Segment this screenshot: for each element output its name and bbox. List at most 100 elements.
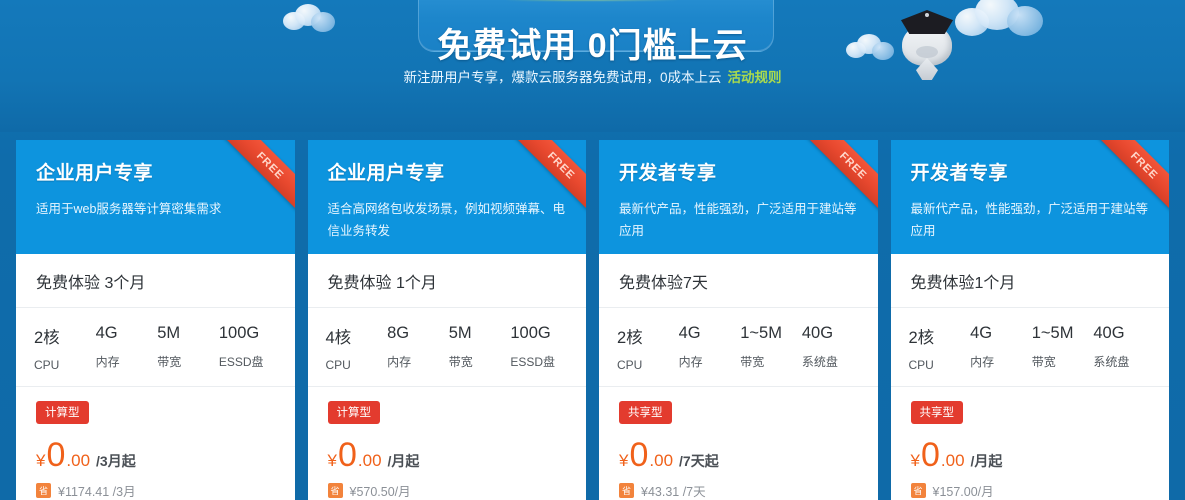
trial-duration: 免费体验7天: [599, 254, 878, 308]
spec-label: ESSD盘: [510, 355, 556, 369]
currency-symbol: ¥: [327, 451, 337, 470]
spec-item: 2核 CPU: [617, 324, 679, 372]
activity-rules-link[interactable]: 活动规则: [728, 70, 782, 85]
card-description: 最新代产品，性能强劲，广泛适用于建站等应用: [619, 202, 857, 238]
spec-item: 40G 系统盘: [802, 324, 864, 372]
original-price: ¥1174.41 /3月: [58, 485, 136, 499]
card-footer: 计算型 ¥ 0 .00 /月起 省 ¥570.50/月: [308, 387, 587, 500]
card-footer: 共享型 ¥ 0 .00 /月起 省 ¥157.00/月: [891, 387, 1170, 500]
original-price-row: 省 ¥1174.41 /3月: [36, 481, 275, 500]
original-price: ¥570.50/月: [349, 485, 411, 499]
spec-label: 带宽: [448, 355, 473, 369]
spec-label: 内存: [95, 355, 120, 369]
spec-label: 内存: [970, 355, 995, 369]
spec-value: 1~5M: [1031, 324, 1074, 342]
card-header: FREE 企业用户专享 适合高网络包收发场景，例如视频弹幕、电信业务转发: [307, 140, 586, 255]
spec-item: 1~5M 带宽: [740, 324, 802, 372]
price-decimal: .00: [66, 451, 91, 470]
save-badge-icon: 省: [910, 483, 926, 498]
instance-type-badge: 共享型: [910, 401, 963, 424]
save-badge-icon: 省: [327, 483, 343, 498]
spec-list: 2核 CPU 4G 内存 1~5M 带宽 40G 系统盘: [599, 308, 878, 387]
instance-type-badge: 计算型: [36, 401, 89, 424]
price-row: ¥ 0 .00 /月起: [911, 438, 1150, 472]
hero-banner: 免费试用 0门槛上云 新注册用户专享，爆款云服务器免费试用，0成本上云 活动规则: [0, 0, 1185, 132]
spec-label: 内存: [387, 355, 412, 369]
card-title: 企业用户专享: [327, 163, 445, 184]
product-card[interactable]: FREE 开发者专享 最新代产品，性能强劲，广泛适用于建站等应用 免费体验1个月…: [890, 140, 1170, 500]
spec-value: 2核: [617, 329, 643, 347]
spec-value: 100G: [510, 324, 551, 342]
spec-item: 4G 内存: [679, 324, 741, 372]
currency-symbol: ¥: [619, 451, 629, 470]
spec-item: 1~5M 带宽: [1032, 324, 1094, 372]
card-footer: 计算型 ¥ 0 .00 /3月起 省 ¥1174.41 /3月: [16, 387, 295, 500]
spec-list: 2核 CPU 4G 内存 1~5M 带宽 40G 系统盘: [890, 308, 1169, 387]
card-title: 开发者专享: [619, 163, 717, 184]
spec-label: 带宽: [157, 355, 182, 369]
price-row: ¥ 0 .00 /月起: [328, 438, 567, 472]
spec-item: 100G ESSD盘: [219, 324, 281, 372]
spec-value: 4G: [678, 324, 701, 342]
price-row: ¥ 0 .00 /3月起: [36, 438, 275, 472]
price-decimal: .00: [940, 451, 965, 470]
spec-value: 8G: [387, 324, 410, 342]
spec-label: 系统盘: [801, 355, 838, 369]
spec-value: 4核: [325, 329, 352, 347]
spec-item: 8G 内存: [387, 324, 449, 372]
card-header: FREE 开发者专享 最新代产品，性能强劲，广泛适用于建站等应用: [599, 140, 878, 255]
spec-value: 4G: [970, 324, 993, 342]
spec-label: CPU: [34, 358, 60, 372]
spec-list: 2核 CPU 4G 内存 5M 带宽 100G ESSD盘: [16, 308, 295, 387]
spec-value: 100G: [218, 324, 260, 342]
spec-label: 系统盘: [1093, 355, 1130, 369]
save-badge-icon: 省: [36, 483, 51, 498]
spec-item: 4G 内存: [970, 324, 1032, 372]
trial-duration: 免费体验 3个月: [16, 254, 295, 308]
spec-label: CPU: [617, 358, 643, 372]
product-card-list: FREE 企业用户专享 适用于web服务器等计算密集需求 免费体验 3个月 2核…: [0, 140, 1185, 500]
original-price-row: 省 ¥43.31 /7天: [619, 481, 858, 500]
price-integer: 0: [920, 436, 940, 474]
spec-value: 5M: [448, 324, 472, 342]
spec-item: 5M 带宽: [449, 324, 511, 372]
product-card[interactable]: FREE 企业用户专享 适合高网络包收发场景，例如视频弹幕、电信业务转发 免费体…: [307, 140, 587, 500]
price-unit: /3月起: [96, 453, 136, 469]
spec-label: 内存: [678, 355, 703, 369]
spec-item: 40G 系统盘: [1093, 324, 1155, 372]
save-badge-icon: 省: [619, 483, 634, 498]
instance-type-badge: 共享型: [619, 401, 672, 424]
spec-value: 40G: [1093, 324, 1125, 342]
spec-label: 带宽: [1031, 355, 1056, 369]
spec-value: 40G: [801, 324, 834, 342]
spec-label: ESSD盘: [218, 355, 264, 369]
spec-item: 2核 CPU: [909, 324, 971, 372]
price-unit: /月起: [387, 453, 420, 469]
price-integer: 0: [46, 436, 66, 474]
price-unit: /7天起: [679, 453, 719, 469]
instance-type-badge: 计算型: [327, 401, 380, 424]
product-card[interactable]: FREE 开发者专享 最新代产品，性能强劲，广泛适用于建站等应用 免费体验7天 …: [599, 140, 878, 500]
spec-value: 1~5M: [740, 324, 782, 342]
spec-label: 带宽: [740, 355, 765, 369]
card-title: 企业用户专享: [36, 163, 154, 184]
card-footer: 共享型 ¥ 0 .00 /7天起 省 ¥43.31 /7天: [599, 387, 878, 500]
currency-symbol: ¥: [36, 451, 46, 470]
spec-item: 5M 带宽: [157, 324, 219, 372]
card-description: 最新代产品，性能强劲，广泛适用于建站等应用: [910, 202, 1149, 238]
spec-list: 4核 CPU 8G 内存 5M 带宽 100G ESSD盘: [307, 308, 586, 387]
price-row: ¥ 0 .00 /7天起: [619, 438, 858, 472]
trial-duration: 免费体验 1个月: [307, 254, 586, 308]
spec-label: CPU: [325, 358, 351, 372]
original-price-row: 省 ¥157.00/月: [910, 481, 1150, 500]
price-decimal: .00: [649, 451, 674, 470]
card-description: 适合高网络包收发场景，例如视频弹幕、电信业务转发: [327, 202, 566, 238]
card-title: 开发者专享: [910, 163, 1009, 184]
spec-item: 2核 CPU: [34, 324, 96, 372]
card-description: 适用于web服务器等计算密集需求: [36, 202, 222, 216]
spec-item: 4G 内存: [96, 324, 158, 372]
product-card[interactable]: FREE 企业用户专享 适用于web服务器等计算密集需求 免费体验 3个月 2核…: [16, 140, 295, 500]
price-decimal: .00: [357, 451, 382, 470]
price-integer: 0: [337, 436, 357, 474]
trial-duration: 免费体验1个月: [890, 254, 1169, 308]
